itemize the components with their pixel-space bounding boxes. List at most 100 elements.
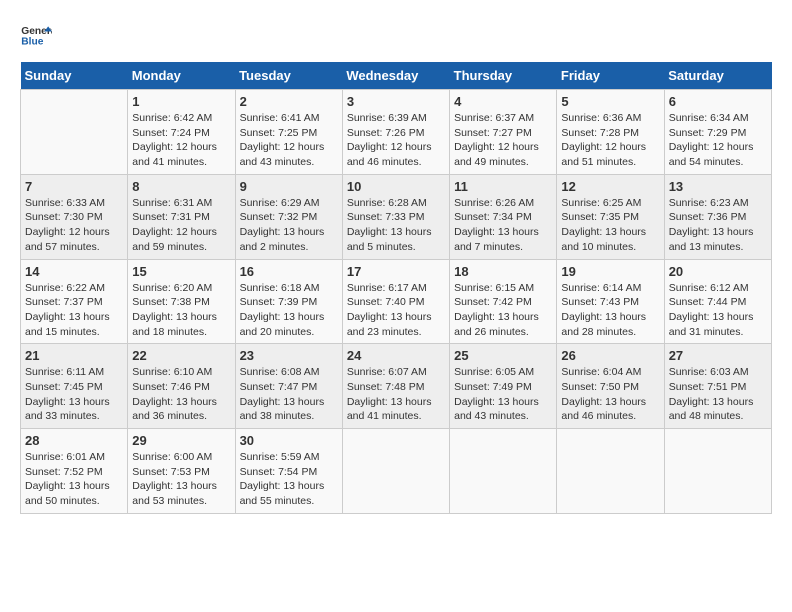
day-number: 12 xyxy=(561,179,659,194)
calendar-body: 1 Sunrise: 6:42 AMSunset: 7:24 PMDayligh… xyxy=(21,90,772,514)
day-number: 28 xyxy=(25,433,123,448)
calendar-cell: 5 Sunrise: 6:36 AMSunset: 7:28 PMDayligh… xyxy=(557,90,664,175)
day-detail: Sunrise: 6:15 AMSunset: 7:42 PMDaylight:… xyxy=(454,281,552,340)
day-of-week-friday: Friday xyxy=(557,62,664,90)
day-number: 23 xyxy=(240,348,338,363)
day-detail: Sunrise: 6:39 AMSunset: 7:26 PMDaylight:… xyxy=(347,111,445,170)
calendar-cell: 3 Sunrise: 6:39 AMSunset: 7:26 PMDayligh… xyxy=(342,90,449,175)
calendar-header: SundayMondayTuesdayWednesdayThursdayFrid… xyxy=(21,62,772,90)
day-number: 8 xyxy=(132,179,230,194)
calendar-cell: 17 Sunrise: 6:17 AMSunset: 7:40 PMDaylig… xyxy=(342,259,449,344)
day-detail: Sunrise: 6:28 AMSunset: 7:33 PMDaylight:… xyxy=(347,196,445,255)
day-detail: Sunrise: 6:31 AMSunset: 7:31 PMDaylight:… xyxy=(132,196,230,255)
day-number: 9 xyxy=(240,179,338,194)
day-detail: Sunrise: 6:17 AMSunset: 7:40 PMDaylight:… xyxy=(347,281,445,340)
logo: General Blue xyxy=(20,20,52,52)
day-number: 6 xyxy=(669,94,767,109)
day-detail: Sunrise: 6:20 AMSunset: 7:38 PMDaylight:… xyxy=(132,281,230,340)
calendar-cell: 30 Sunrise: 5:59 AMSunset: 7:54 PMDaylig… xyxy=(235,429,342,514)
day-number: 26 xyxy=(561,348,659,363)
day-number: 27 xyxy=(669,348,767,363)
calendar-cell: 11 Sunrise: 6:26 AMSunset: 7:34 PMDaylig… xyxy=(450,174,557,259)
calendar-cell: 26 Sunrise: 6:04 AMSunset: 7:50 PMDaylig… xyxy=(557,344,664,429)
day-detail: Sunrise: 6:25 AMSunset: 7:35 PMDaylight:… xyxy=(561,196,659,255)
day-number: 14 xyxy=(25,264,123,279)
calendar-cell: 13 Sunrise: 6:23 AMSunset: 7:36 PMDaylig… xyxy=(664,174,771,259)
day-detail: Sunrise: 6:11 AMSunset: 7:45 PMDaylight:… xyxy=(25,365,123,424)
calendar-cell: 8 Sunrise: 6:31 AMSunset: 7:31 PMDayligh… xyxy=(128,174,235,259)
calendar-cell: 12 Sunrise: 6:25 AMSunset: 7:35 PMDaylig… xyxy=(557,174,664,259)
day-detail: Sunrise: 5:59 AMSunset: 7:54 PMDaylight:… xyxy=(240,450,338,509)
calendar-cell xyxy=(450,429,557,514)
day-detail: Sunrise: 6:05 AMSunset: 7:49 PMDaylight:… xyxy=(454,365,552,424)
day-number: 29 xyxy=(132,433,230,448)
day-detail: Sunrise: 6:04 AMSunset: 7:50 PMDaylight:… xyxy=(561,365,659,424)
day-detail: Sunrise: 6:26 AMSunset: 7:34 PMDaylight:… xyxy=(454,196,552,255)
day-of-week-monday: Monday xyxy=(128,62,235,90)
day-number: 15 xyxy=(132,264,230,279)
calendar-cell: 23 Sunrise: 6:08 AMSunset: 7:47 PMDaylig… xyxy=(235,344,342,429)
day-detail: Sunrise: 6:37 AMSunset: 7:27 PMDaylight:… xyxy=(454,111,552,170)
day-number: 2 xyxy=(240,94,338,109)
day-detail: Sunrise: 6:01 AMSunset: 7:52 PMDaylight:… xyxy=(25,450,123,509)
day-number: 7 xyxy=(25,179,123,194)
calendar-cell xyxy=(664,429,771,514)
calendar-cell: 19 Sunrise: 6:14 AMSunset: 7:43 PMDaylig… xyxy=(557,259,664,344)
calendar-cell: 20 Sunrise: 6:12 AMSunset: 7:44 PMDaylig… xyxy=(664,259,771,344)
day-number: 4 xyxy=(454,94,552,109)
calendar-cell xyxy=(21,90,128,175)
day-number: 16 xyxy=(240,264,338,279)
svg-text:Blue: Blue xyxy=(21,36,43,47)
calendar-cell: 22 Sunrise: 6:10 AMSunset: 7:46 PMDaylig… xyxy=(128,344,235,429)
calendar-cell: 28 Sunrise: 6:01 AMSunset: 7:52 PMDaylig… xyxy=(21,429,128,514)
calendar-cell: 4 Sunrise: 6:37 AMSunset: 7:27 PMDayligh… xyxy=(450,90,557,175)
day-detail: Sunrise: 6:22 AMSunset: 7:37 PMDaylight:… xyxy=(25,281,123,340)
week-row-2: 7 Sunrise: 6:33 AMSunset: 7:30 PMDayligh… xyxy=(21,174,772,259)
week-row-4: 21 Sunrise: 6:11 AMSunset: 7:45 PMDaylig… xyxy=(21,344,772,429)
day-of-week-wednesday: Wednesday xyxy=(342,62,449,90)
calendar-table: SundayMondayTuesdayWednesdayThursdayFrid… xyxy=(20,62,772,514)
day-detail: Sunrise: 6:33 AMSunset: 7:30 PMDaylight:… xyxy=(25,196,123,255)
calendar-cell: 18 Sunrise: 6:15 AMSunset: 7:42 PMDaylig… xyxy=(450,259,557,344)
day-number: 13 xyxy=(669,179,767,194)
day-detail: Sunrise: 6:23 AMSunset: 7:36 PMDaylight:… xyxy=(669,196,767,255)
calendar-cell: 24 Sunrise: 6:07 AMSunset: 7:48 PMDaylig… xyxy=(342,344,449,429)
day-number: 18 xyxy=(454,264,552,279)
day-number: 21 xyxy=(25,348,123,363)
day-of-week-sunday: Sunday xyxy=(21,62,128,90)
calendar-cell: 16 Sunrise: 6:18 AMSunset: 7:39 PMDaylig… xyxy=(235,259,342,344)
day-detail: Sunrise: 6:41 AMSunset: 7:25 PMDaylight:… xyxy=(240,111,338,170)
days-of-week-row: SundayMondayTuesdayWednesdayThursdayFrid… xyxy=(21,62,772,90)
day-detail: Sunrise: 6:07 AMSunset: 7:48 PMDaylight:… xyxy=(347,365,445,424)
day-of-week-saturday: Saturday xyxy=(664,62,771,90)
calendar-cell: 21 Sunrise: 6:11 AMSunset: 7:45 PMDaylig… xyxy=(21,344,128,429)
calendar-cell: 25 Sunrise: 6:05 AMSunset: 7:49 PMDaylig… xyxy=(450,344,557,429)
day-number: 22 xyxy=(132,348,230,363)
week-row-1: 1 Sunrise: 6:42 AMSunset: 7:24 PMDayligh… xyxy=(21,90,772,175)
day-detail: Sunrise: 6:08 AMSunset: 7:47 PMDaylight:… xyxy=(240,365,338,424)
calendar-cell: 27 Sunrise: 6:03 AMSunset: 7:51 PMDaylig… xyxy=(664,344,771,429)
day-detail: Sunrise: 6:34 AMSunset: 7:29 PMDaylight:… xyxy=(669,111,767,170)
day-number: 19 xyxy=(561,264,659,279)
day-detail: Sunrise: 6:42 AMSunset: 7:24 PMDaylight:… xyxy=(132,111,230,170)
day-detail: Sunrise: 6:00 AMSunset: 7:53 PMDaylight:… xyxy=(132,450,230,509)
calendar-cell: 7 Sunrise: 6:33 AMSunset: 7:30 PMDayligh… xyxy=(21,174,128,259)
day-number: 24 xyxy=(347,348,445,363)
calendar-cell xyxy=(557,429,664,514)
day-number: 25 xyxy=(454,348,552,363)
header: General Blue xyxy=(20,20,772,52)
calendar-cell xyxy=(342,429,449,514)
day-of-week-thursday: Thursday xyxy=(450,62,557,90)
day-number: 10 xyxy=(347,179,445,194)
day-number: 5 xyxy=(561,94,659,109)
calendar-cell: 1 Sunrise: 6:42 AMSunset: 7:24 PMDayligh… xyxy=(128,90,235,175)
day-number: 17 xyxy=(347,264,445,279)
calendar-cell: 29 Sunrise: 6:00 AMSunset: 7:53 PMDaylig… xyxy=(128,429,235,514)
calendar-cell: 6 Sunrise: 6:34 AMSunset: 7:29 PMDayligh… xyxy=(664,90,771,175)
calendar-cell: 14 Sunrise: 6:22 AMSunset: 7:37 PMDaylig… xyxy=(21,259,128,344)
calendar-cell: 2 Sunrise: 6:41 AMSunset: 7:25 PMDayligh… xyxy=(235,90,342,175)
day-detail: Sunrise: 6:14 AMSunset: 7:43 PMDaylight:… xyxy=(561,281,659,340)
day-number: 20 xyxy=(669,264,767,279)
day-number: 1 xyxy=(132,94,230,109)
day-number: 11 xyxy=(454,179,552,194)
